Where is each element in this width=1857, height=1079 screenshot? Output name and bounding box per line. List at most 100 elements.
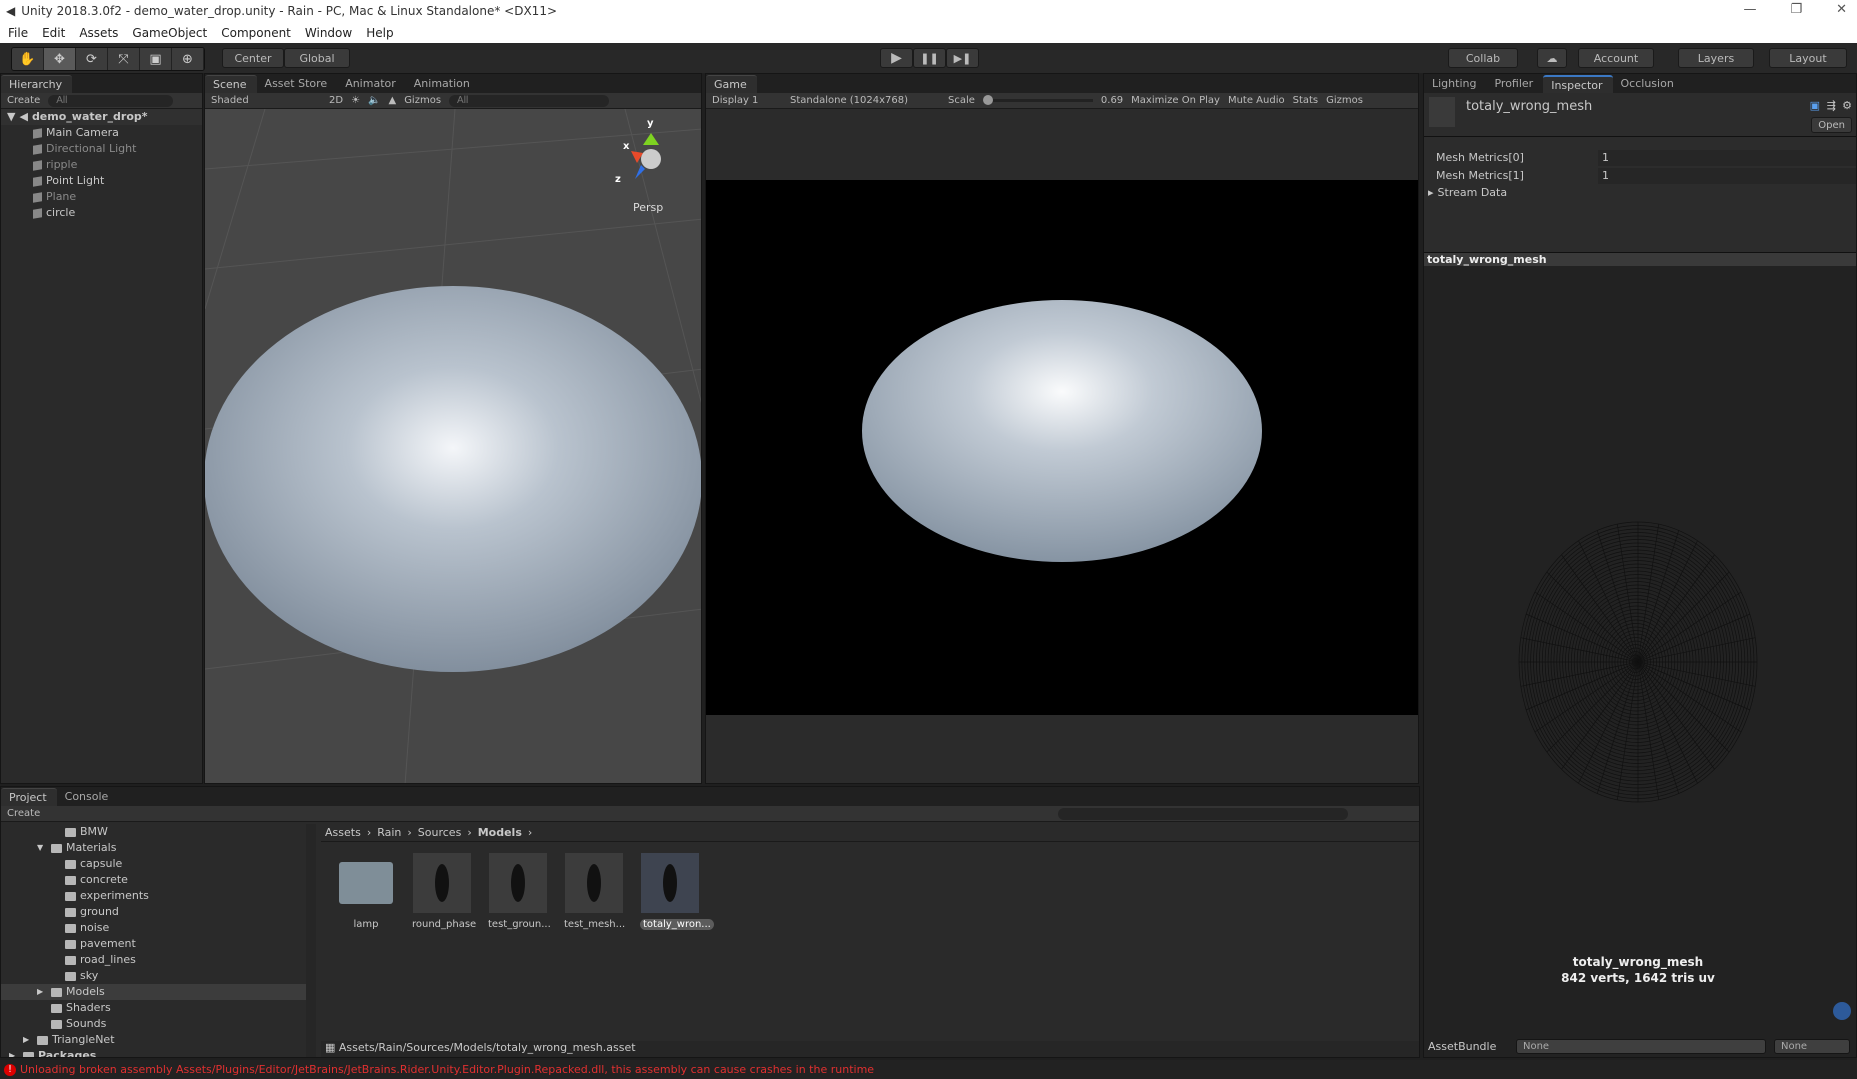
- tab-scene[interactable]: Scene: [205, 75, 257, 93]
- open-button[interactable]: Open: [1811, 117, 1852, 133]
- menu-assets[interactable]: Assets: [79, 26, 118, 40]
- tab-project[interactable]: Project: [1, 788, 57, 806]
- scale-tool-icon[interactable]: ⤧: [108, 48, 140, 70]
- maximize-button[interactable]: ❐: [1790, 2, 1802, 17]
- tab-asset-store[interactable]: Asset Store: [257, 75, 338, 93]
- scene-root[interactable]: ▼ ◀ demo_water_drop*: [1, 109, 202, 125]
- 2d-toggle[interactable]: 2D: [329, 95, 343, 106]
- rotate-tool-icon[interactable]: ⟳: [76, 48, 108, 70]
- presets-icon[interactable]: ⇶: [1827, 99, 1836, 112]
- project-tree-item[interactable]: ▼ Materials: [1, 840, 306, 856]
- tab-profiler[interactable]: Profiler: [1486, 75, 1543, 93]
- stats-toggle[interactable]: Stats: [1293, 95, 1319, 106]
- mesh-metrics-1-field[interactable]: 1: [1598, 168, 1856, 184]
- gizmos-dropdown[interactable]: Gizmos: [404, 95, 441, 106]
- tab-lighting[interactable]: Lighting: [1424, 75, 1486, 93]
- preview-header[interactable]: totaly_wrong_mesh: [1424, 252, 1856, 266]
- asset-item[interactable]: test_mesh...: [564, 853, 625, 930]
- maximize-on-play-toggle[interactable]: Maximize On Play: [1131, 95, 1220, 106]
- transform-tool-icon[interactable]: ⊕: [172, 48, 204, 70]
- minimize-button[interactable]: —: [1743, 2, 1756, 17]
- project-tree-item[interactable]: experiments: [1, 888, 306, 904]
- pivot-center-button[interactable]: Center: [222, 48, 284, 68]
- menu-window[interactable]: Window: [305, 26, 352, 40]
- shading-dropdown[interactable]: Shaded: [211, 95, 321, 106]
- asset-item[interactable]: round_phase: [412, 853, 476, 930]
- game-gizmos-dropdown[interactable]: Gizmos: [1326, 95, 1363, 106]
- move-tool-icon[interactable]: ✥: [44, 48, 76, 70]
- persp-label[interactable]: Persp: [633, 201, 663, 214]
- menu-edit[interactable]: Edit: [42, 26, 65, 40]
- audio-toggle-icon[interactable]: 🔈: [368, 95, 380, 106]
- assetbundle-variant-dropdown[interactable]: None: [1774, 1038, 1850, 1054]
- help-icon[interactable]: ▣: [1810, 99, 1820, 112]
- mesh-preview[interactable]: totaly_wrong_mesh 842 verts, 1642 tris u…: [1424, 266, 1856, 1026]
- project-tree-item[interactable]: ground: [1, 904, 306, 920]
- project-tree-item[interactable]: ▶ Packages: [1, 1048, 306, 1057]
- project-tree-item[interactable]: Shaders: [1, 1000, 306, 1016]
- hierarchy-item[interactable]: Directional Light: [1, 141, 202, 157]
- layers-dropdown[interactable]: Layers: [1678, 48, 1754, 68]
- tree-scrollbar[interactable]: [306, 824, 316, 1057]
- hierarchy-item[interactable]: Plane: [1, 189, 202, 205]
- scene-orientation-gizmo[interactable]: y x z: [615, 118, 661, 185]
- project-tree-item[interactable]: Sounds: [1, 1016, 306, 1032]
- project-tree-item[interactable]: noise: [1, 920, 306, 936]
- project-tree-item[interactable]: concrete: [1, 872, 306, 888]
- breadcrumb-item[interactable]: Models: [478, 826, 522, 839]
- tab-game[interactable]: Game: [706, 75, 757, 93]
- cloud-icon[interactable]: ☁: [1537, 48, 1567, 68]
- space-global-button[interactable]: Global: [284, 48, 350, 68]
- hierarchy-search-input[interactable]: [48, 94, 174, 107]
- hand-tool-icon[interactable]: ✋: [12, 48, 44, 70]
- project-tree-item[interactable]: ▶ Models: [1, 984, 306, 1000]
- menu-file[interactable]: File: [8, 26, 28, 40]
- hierarchy-item[interactable]: circle: [1, 205, 202, 221]
- collab-dropdown[interactable]: Collab: [1448, 48, 1518, 68]
- tab-animation[interactable]: Animation: [406, 75, 480, 93]
- account-dropdown[interactable]: Account: [1578, 48, 1654, 68]
- display-dropdown[interactable]: Display 1: [712, 95, 782, 106]
- scale-slider[interactable]: [982, 95, 1093, 105]
- status-bar[interactable]: ! Unloading broken assembly Assets/Plugi…: [0, 1060, 1857, 1079]
- tab-console[interactable]: Console: [57, 788, 119, 806]
- assetbundle-dropdown[interactable]: None: [1516, 1038, 1766, 1054]
- breadcrumb-item[interactable]: Assets: [325, 826, 361, 839]
- asset-item[interactable]: lamp: [336, 853, 396, 930]
- project-tree-item[interactable]: capsule: [1, 856, 306, 872]
- stream-data-foldout[interactable]: ▸ Stream Data: [1428, 185, 1856, 201]
- project-tree-item[interactable]: road_lines: [1, 952, 306, 968]
- asset-item[interactable]: totaly_wron...: [640, 853, 714, 930]
- scene-search-input[interactable]: [449, 94, 610, 107]
- tab-occlusion[interactable]: Occlusion: [1613, 75, 1684, 93]
- mesh-metrics-0-field[interactable]: 1: [1598, 150, 1856, 166]
- breadcrumb-item[interactable]: Sources: [418, 826, 462, 839]
- menu-help[interactable]: Help: [366, 26, 393, 40]
- tab-animator[interactable]: Animator: [337, 75, 406, 93]
- project-create-dropdown[interactable]: Create: [7, 808, 40, 819]
- hierarchy-item[interactable]: Point Light: [1, 173, 202, 189]
- pause-button[interactable]: ❚❚: [913, 48, 946, 68]
- tab-hierarchy[interactable]: Hierarchy: [1, 75, 73, 93]
- project-tree-item[interactable]: sky: [1, 968, 306, 984]
- breadcrumb-item[interactable]: Rain: [377, 826, 401, 839]
- project-tree-item[interactable]: pavement: [1, 936, 306, 952]
- create-dropdown[interactable]: Create: [7, 95, 40, 106]
- tab-inspector[interactable]: Inspector: [1543, 75, 1613, 93]
- step-button[interactable]: ▶❚: [946, 48, 979, 68]
- menu-gameobject[interactable]: GameObject: [132, 26, 207, 40]
- hierarchy-item[interactable]: ripple: [1, 157, 202, 173]
- mute-audio-toggle[interactable]: Mute Audio: [1228, 95, 1285, 106]
- lighting-toggle-icon[interactable]: ☀: [351, 95, 360, 106]
- project-tree-item[interactable]: BMW: [1, 824, 306, 840]
- resolution-dropdown[interactable]: Standalone (1024x768): [790, 95, 940, 106]
- play-button[interactable]: ▶: [880, 48, 913, 68]
- rect-tool-icon[interactable]: ▣: [140, 48, 172, 70]
- hierarchy-item[interactable]: Main Camera: [1, 125, 202, 141]
- game-view[interactable]: [706, 180, 1418, 715]
- menu-component[interactable]: Component: [221, 26, 291, 40]
- effects-toggle-icon[interactable]: ▲: [388, 95, 396, 106]
- close-button[interactable]: ✕: [1836, 2, 1847, 17]
- scene-viewport[interactable]: y x z Persp: [205, 109, 702, 784]
- settings-gear-icon[interactable]: ⚙: [1842, 99, 1852, 112]
